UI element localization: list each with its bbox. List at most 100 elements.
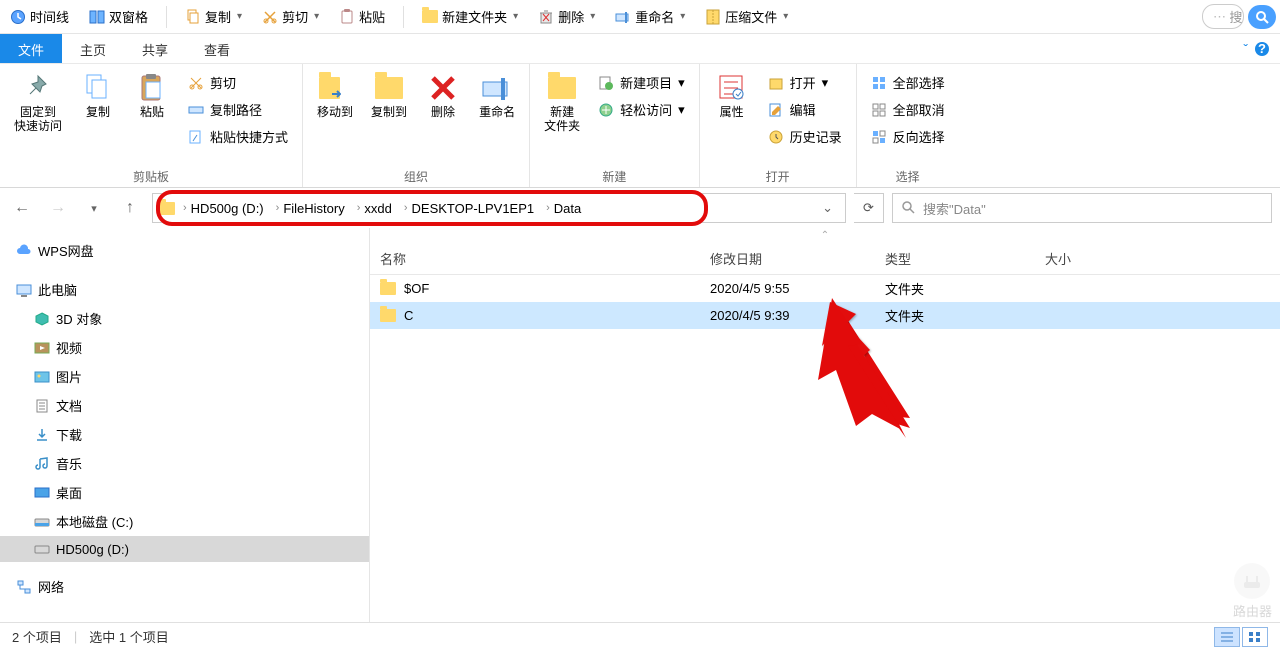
sidebar-item-drive-d[interactable]: HD500g (D:) [0,536,369,562]
group-label-organize: 组织 [311,166,521,185]
col-size[interactable]: 大小 [1035,249,1155,268]
table-row[interactable]: C 2020/4/5 9:39 文件夹 [370,302,1280,329]
sidebar-item-music[interactable]: 音乐 [0,449,369,478]
search-input[interactable]: 搜索"Data" [892,193,1272,223]
cloud-icon [16,243,32,259]
sidebar-item-this-pc[interactable]: 此电脑 [0,275,369,304]
breadcrumb[interactable]: ›Data [542,199,585,218]
status-selected: 选中 1 个项目 [89,627,168,646]
rename-button[interactable]: 重命名▾ [609,5,691,28]
top-search-button[interactable] [1248,5,1276,29]
folder-icon [548,77,576,99]
select-none-icon [871,102,887,118]
file-list: ⌃ 名称 修改日期 类型 大小 $OF 2020/4/5 9:55 文件夹 C … [370,228,1280,622]
select-all-button[interactable]: 全部选择 [865,70,951,95]
sidebar-item-3d[interactable]: 3D 对象 [0,304,369,333]
select-none-button[interactable]: 全部取消 [865,97,951,122]
music-icon [34,456,50,472]
move-to-button[interactable]: 移动到 [311,68,359,124]
collapse-ribbon-icon[interactable]: ˇ [1243,41,1248,57]
breadcrumb[interactable]: ›HD500g (D:) [179,199,268,218]
breadcrumb[interactable]: ›FileHistory [272,199,349,218]
col-type[interactable]: 类型 [875,249,1035,268]
video-icon [34,340,50,356]
cut-button[interactable]: 剪切▾ [256,5,325,28]
paste-shortcut-button[interactable]: 粘贴快捷方式 [182,124,294,149]
rename-icon [481,72,513,104]
new-item-button[interactable]: 新建项目 ▾ [592,70,691,95]
copy-button[interactable]: 复制▾ [179,5,248,28]
sidebar-item-documents[interactable]: 文档 [0,391,369,420]
copy-path-button[interactable]: 复制路径 [182,97,294,122]
compress-button[interactable]: 压缩文件▾ [699,5,794,28]
easy-access-icon [598,102,614,118]
sidebar-item-drive-c[interactable]: 本地磁盘 (C:) [0,507,369,536]
dual-pane-icon [89,9,105,25]
clock-icon [10,9,26,25]
sidebar-item-network[interactable]: 网络 [0,572,369,601]
easy-access-button[interactable]: 轻松访问 ▾ [592,97,691,122]
edit-button[interactable]: 编辑 [762,97,848,122]
history-icon [768,129,784,145]
pin-icon [22,72,54,104]
address-row: ← → ▾ ↑ ›HD500g (D:) ›FileHistory ›xxdd … [0,188,1280,228]
invert-selection-button[interactable]: 反向选择 [865,124,951,149]
status-count: 2 个项目 [12,627,62,646]
table-row[interactable]: $OF 2020/4/5 9:55 文件夹 [370,275,1280,302]
copy-to-button[interactable]: 复制到 [365,68,413,124]
arrow-icon [330,87,341,101]
breadcrumb[interactable]: ›xxdd [353,199,396,218]
history-button[interactable]: 历史记录 [762,124,848,149]
view-icons-button[interactable] [1242,627,1268,647]
timeline-button[interactable]: 时间线 [4,5,75,28]
paste-icon [136,72,168,104]
ribbon-copy-button[interactable]: 复制 [74,68,122,124]
sidebar-item-pictures[interactable]: 图片 [0,362,369,391]
address-bar[interactable]: ›HD500g (D:) ›FileHistory ›xxdd ›DESKTOP… [152,193,846,223]
ribbon-paste-button[interactable]: 粘贴 [128,68,176,124]
tab-home[interactable]: 主页 [62,34,124,63]
top-search-input[interactable]: ⋯ 搜 [1202,4,1244,29]
sidebar-item-wps[interactable]: WPS网盘 [0,236,369,265]
nav-back-button[interactable]: ← [8,194,36,222]
pin-quick-access-button[interactable]: 固定到 快速访问 [8,68,68,138]
folder-icon [380,282,396,295]
nav-up-button[interactable]: ↑ [116,194,144,222]
col-date[interactable]: 修改日期 [700,249,875,268]
select-all-icon [871,75,887,91]
paste-button[interactable]: 粘贴 [333,5,391,28]
nav-forward-button[interactable]: → [44,194,72,222]
sidebar-item-videos[interactable]: 视频 [0,333,369,362]
ribbon-delete-button[interactable]: 删除 [419,68,467,124]
col-name[interactable]: 名称 [370,249,700,268]
folder-icon [375,77,403,99]
open-button[interactable]: 打开 ▾ [762,70,848,95]
tab-share[interactable]: 共享 [124,34,186,63]
drive-icon [34,514,50,530]
view-details-button[interactable] [1214,627,1240,647]
status-bar: 2 个项目 | 选中 1 个项目 [0,622,1280,650]
ribbon-cut-button[interactable]: 剪切 [182,70,294,95]
delete-button[interactable]: 删除▾ [532,5,601,28]
doc-icon [34,398,50,414]
ribbon-new-folder-button[interactable]: 新建 文件夹 [538,68,586,138]
tab-view[interactable]: 查看 [186,34,248,63]
new-folder-button[interactable]: 新建文件夹▾ [416,5,524,28]
properties-button[interactable]: 属性 [708,68,756,124]
tab-file[interactable]: 文件 [0,34,62,63]
svg-text:?: ? [1258,41,1266,56]
breadcrumb[interactable]: ›DESKTOP-LPV1EP1 [400,199,538,218]
help-icon[interactable]: ? [1254,41,1270,57]
dual-pane-button[interactable]: 双窗格 [83,5,154,28]
ribbon: 固定到 快速访问 复制 粘贴 剪切 复制路径 粘贴快捷方式 剪贴板 移动到 复制… [0,64,1280,188]
nav-recent-button[interactable]: ▾ [80,194,108,222]
refresh-button[interactable]: ⟳ [854,193,884,223]
folder-icon [159,202,175,215]
search-icon [1254,9,1270,25]
sidebar-item-desktop[interactable]: 桌面 [0,478,369,507]
address-history-dropdown[interactable]: ⌄ [816,200,839,216]
quick-toolbar: 时间线 双窗格 复制▾ 剪切▾ 粘贴 新建文件夹▾ 删除▾ 重命名▾ 压缩文件▾… [0,0,1280,34]
shortcut-icon [188,129,204,145]
sidebar-item-downloads[interactable]: 下载 [0,420,369,449]
ribbon-rename-button[interactable]: 重命名 [473,68,521,124]
